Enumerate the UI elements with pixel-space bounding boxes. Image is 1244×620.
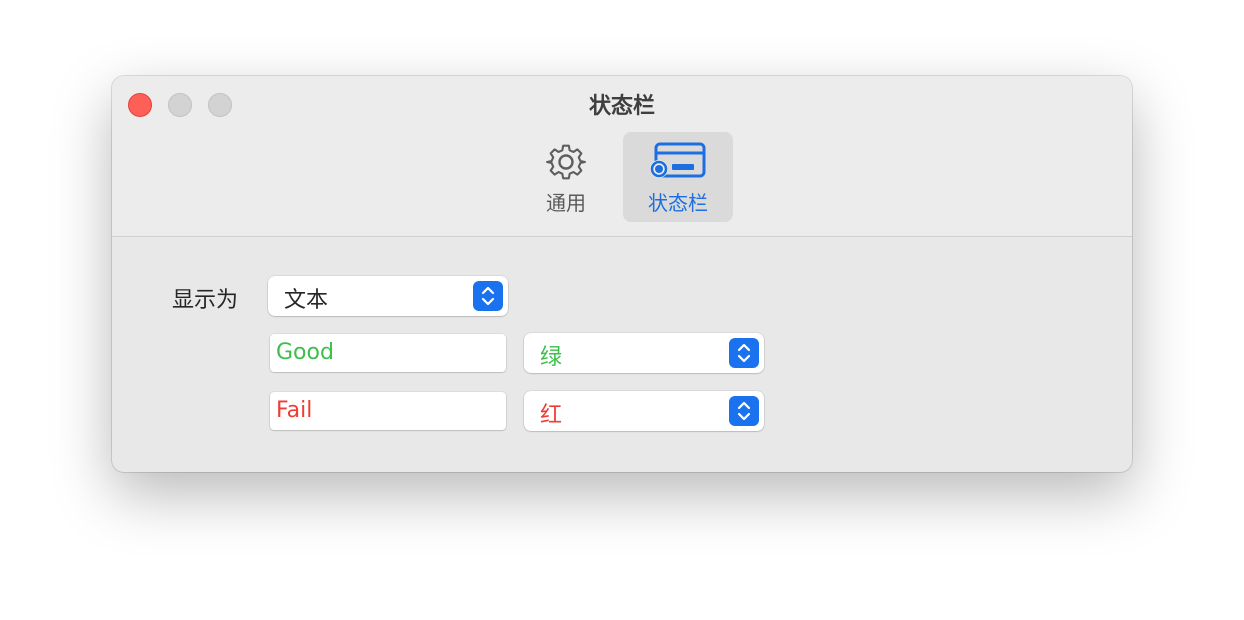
display-as-value: 文本 bbox=[284, 288, 329, 313]
chevron-up-down-icon bbox=[729, 338, 759, 368]
fail-color-value: 红 bbox=[540, 403, 563, 428]
good-text-value: Good bbox=[276, 340, 334, 365]
chevron-up-down-icon bbox=[473, 281, 503, 311]
good-color-value: 绿 bbox=[540, 345, 563, 370]
gear-icon bbox=[544, 140, 588, 188]
fail-color-popup[interactable]: 红 bbox=[524, 391, 764, 431]
window-title: 状态栏 bbox=[588, 94, 655, 119]
preferences-window: 状态栏 通用 状态栏 显示为 文本 Good 绿 Fail 红 bbox=[112, 76, 1132, 472]
chevron-up-down-icon bbox=[729, 396, 759, 426]
fail-text-field[interactable]: Fail bbox=[270, 392, 506, 430]
tab-status-bar[interactable]: 状态栏 bbox=[623, 132, 733, 222]
display-as-label: 显示为 bbox=[172, 288, 239, 313]
tab-status-bar-label: 状态栏 bbox=[648, 191, 708, 215]
good-color-popup[interactable]: 绿 bbox=[524, 333, 764, 373]
titlebar-toolbar: 状态栏 通用 状态栏 bbox=[112, 76, 1132, 237]
fail-text-value: Fail bbox=[276, 398, 313, 423]
tab-general-label: 通用 bbox=[546, 191, 586, 215]
good-text-field[interactable]: Good bbox=[270, 334, 506, 372]
display-as-popup[interactable]: 文本 bbox=[268, 276, 508, 316]
status-bar-icon bbox=[648, 140, 708, 188]
tab-general[interactable]: 通用 bbox=[528, 132, 604, 222]
